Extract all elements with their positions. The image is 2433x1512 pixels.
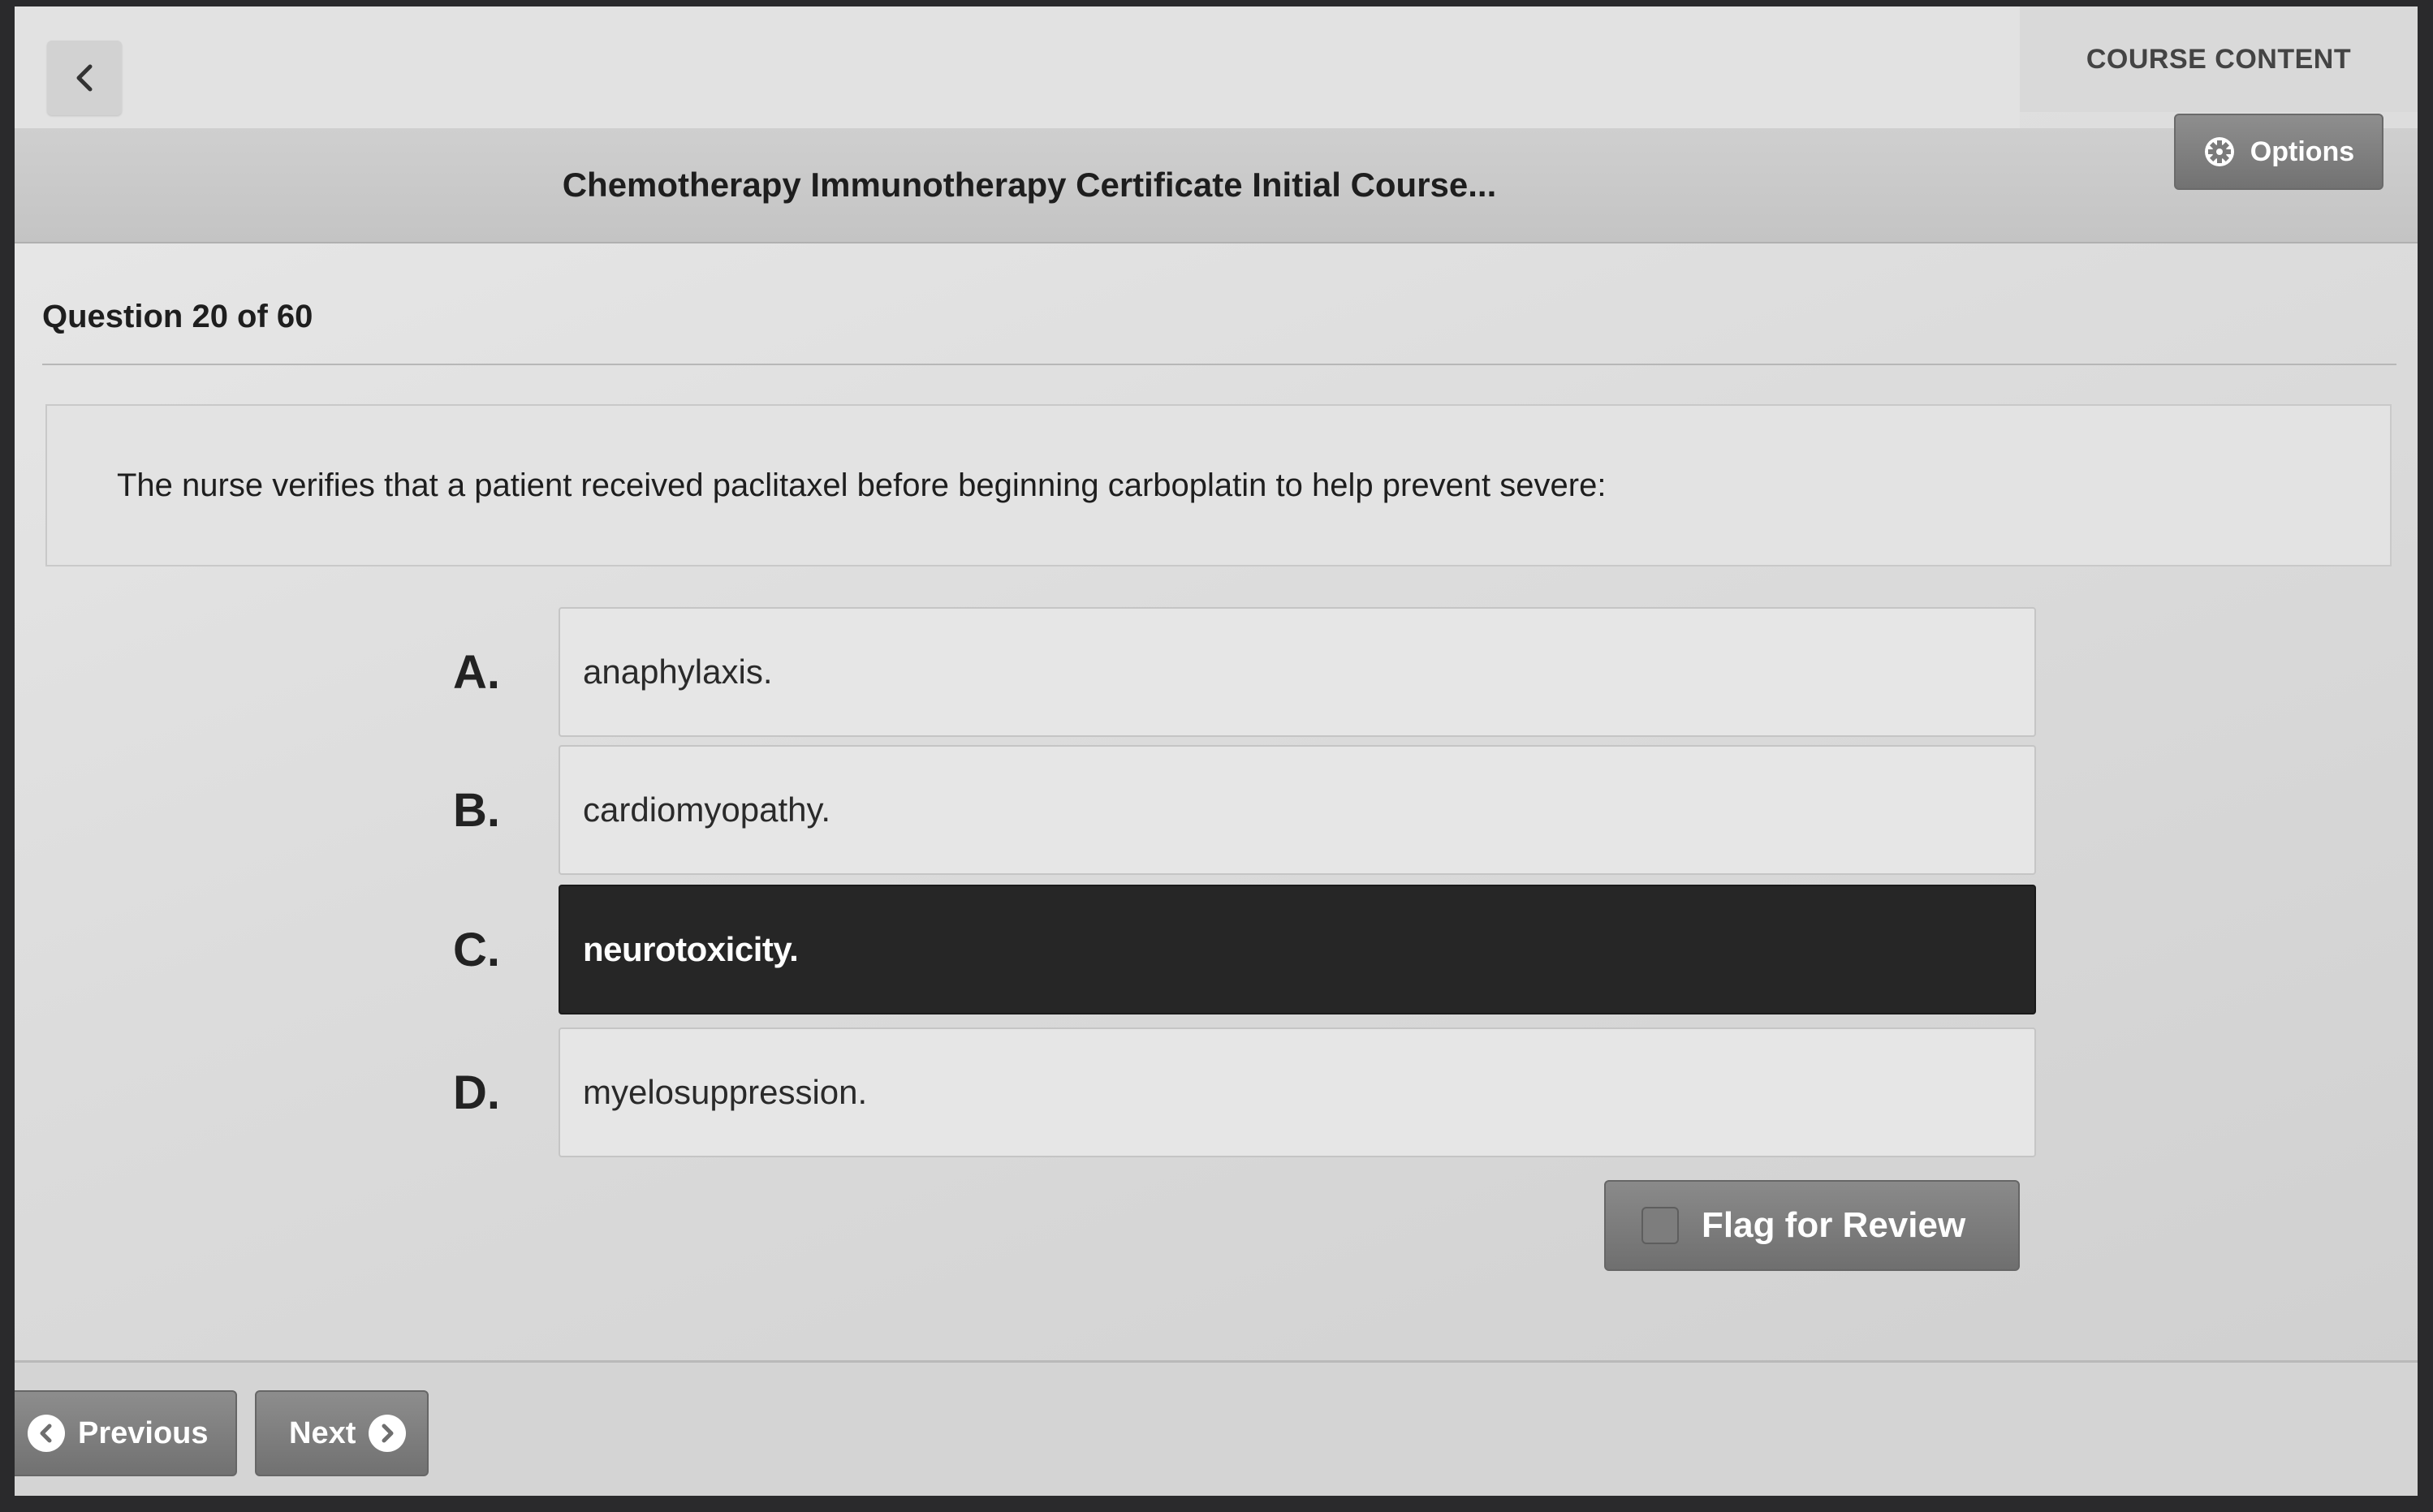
question-text: The nurse verifies that a patient receiv… [117, 467, 1607, 503]
previous-button[interactable]: Previous [15, 1390, 237, 1476]
previous-label: Previous [78, 1415, 209, 1450]
answer-text: anaphylaxis. [583, 653, 773, 691]
answer-option-c[interactable]: C. neurotoxicity. [453, 885, 2044, 1014]
answer-text: neurotoxicity. [583, 930, 799, 968]
course-content-label: COURSE CONTENT [2086, 43, 2352, 75]
answer-text: myelosuppression. [583, 1073, 868, 1111]
title-bar: Chemotherapy Immunotherapy Certificate I… [15, 128, 2418, 243]
next-label: Next [289, 1415, 356, 1450]
options-label: Options [2250, 136, 2355, 167]
quiz-screen: COURSE CONTENT Chemotherapy Immunotherap… [15, 6, 2418, 1496]
flag-checkbox[interactable] [1641, 1207, 1679, 1244]
answer-box[interactable]: myelosuppression. [559, 1027, 2036, 1157]
answer-letter: B. [453, 783, 500, 837]
answer-box[interactable]: anaphylaxis. [559, 607, 2036, 737]
divider [42, 364, 2396, 365]
gear-icon [2204, 137, 2234, 166]
chevron-right-circle-icon [369, 1415, 407, 1452]
options-button[interactable]: Options [2174, 114, 2383, 190]
answer-letter: A. [453, 645, 500, 699]
answer-box-selected[interactable]: neurotoxicity. [559, 885, 2036, 1014]
chevron-left-circle-icon [28, 1415, 65, 1452]
answer-letter: D. [453, 1066, 500, 1119]
flag-label: Flag for Review [1702, 1205, 1966, 1245]
question-counter: Question 20 of 60 [42, 299, 313, 334]
next-button[interactable]: Next [255, 1390, 429, 1476]
answer-option-a[interactable]: A. anaphylaxis. [453, 607, 2044, 737]
course-title: Chemotherapy Immunotherapy Certificate I… [562, 166, 1497, 204]
flag-for-review-button[interactable]: Flag for Review [1604, 1180, 2020, 1271]
chevron-left-icon [76, 64, 93, 92]
question-text-box: The nurse verifies that a patient receiv… [45, 404, 2392, 566]
answer-option-b[interactable]: B. cardiomyopathy. [453, 745, 2044, 875]
answer-text: cardiomyopathy. [583, 790, 831, 829]
answer-box[interactable]: cardiomyopathy. [559, 745, 2036, 875]
course-content-link[interactable]: COURSE CONTENT [2020, 6, 2418, 112]
back-button[interactable] [47, 41, 122, 115]
answer-option-d[interactable]: D. myelosuppression. [453, 1027, 2044, 1157]
answer-letter: C. [453, 923, 500, 976]
top-bar [15, 6, 2020, 128]
